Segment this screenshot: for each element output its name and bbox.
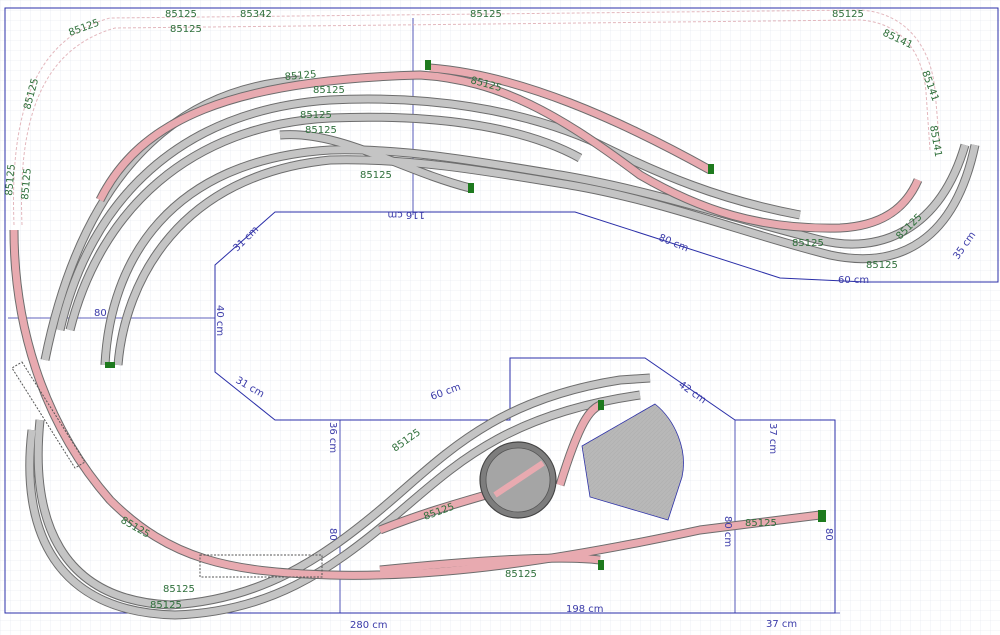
part-label: 85125	[745, 518, 777, 529]
part-label: 85125	[866, 260, 898, 271]
dimension-label: 80	[823, 528, 834, 541]
dimension-label: 80	[327, 528, 338, 541]
dimension-label: 280 cm	[350, 620, 388, 631]
part-label: 85125	[300, 110, 332, 121]
dimension-label: 40 cm	[214, 305, 225, 336]
part-label: 85125	[505, 569, 537, 580]
dimension-label: 198 cm	[566, 604, 604, 615]
part-label: 85125	[163, 584, 195, 595]
dimension-label: 37 cm	[766, 619, 797, 630]
dimension-label: 116 cm	[387, 209, 425, 220]
part-label: 85125	[170, 24, 202, 35]
part-label: 85342	[240, 9, 272, 20]
part-label: 85125	[792, 238, 824, 249]
dimension-label: 80 cm	[722, 516, 733, 547]
part-label: 85125	[165, 9, 197, 20]
layout-canvas: 85125 85125 85342 85125 85125 85125 8514…	[0, 0, 1000, 635]
part-label: 85125	[305, 125, 337, 136]
dimension-label: 37 cm	[767, 423, 778, 454]
part-label: 85125	[832, 9, 864, 20]
part-label: 85125	[313, 85, 345, 96]
part-label: 85125	[360, 170, 392, 181]
part-label: 85125	[150, 600, 182, 611]
turntable	[479, 441, 557, 519]
dimension-label: 80	[94, 308, 107, 319]
dimension-label: 36 cm	[327, 422, 338, 453]
part-label: 85125	[470, 9, 502, 20]
dimension-label: 60 cm	[838, 275, 869, 286]
